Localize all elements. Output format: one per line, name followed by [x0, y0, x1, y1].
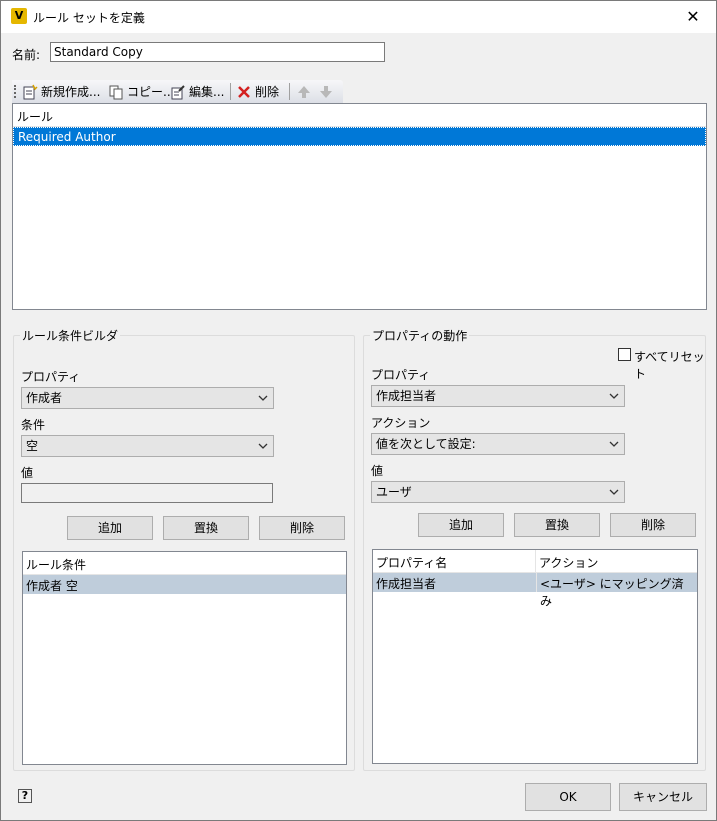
table-cell-action[interactable]: <ユーザ> にマッピング済み	[536, 573, 697, 608]
name-field[interactable]: Standard Copy	[50, 42, 385, 62]
ok-button[interactable]: OK	[525, 783, 611, 811]
delete-rule-label: 削除	[255, 85, 280, 99]
copy-rule-button[interactable]: コピー...	[108, 83, 174, 100]
action-delete-button[interactable]: 削除	[610, 513, 696, 537]
toolbar-grip[interactable]	[14, 85, 16, 98]
action-value-label: 値	[371, 464, 384, 478]
action-property-label: プロパティ	[371, 368, 431, 382]
property-action-group: プロパティの動作 すべてリセット プロパティ 作成担当者 アクション 値を次とし…	[363, 327, 706, 771]
close-button[interactable]: ✕	[670, 1, 716, 33]
condition-value: 空	[26, 439, 39, 453]
new-rule-button[interactable]: 新規作成...	[22, 83, 100, 100]
list-item[interactable]: 作成者 空	[23, 575, 346, 594]
cancel-button[interactable]: キャンセル	[619, 783, 707, 811]
action-label: アクション	[371, 416, 431, 430]
property-action-legend: プロパティの動作	[370, 327, 470, 344]
condition-replace-button[interactable]: 置換	[163, 516, 249, 540]
edit-rule-button[interactable]: 編集...	[170, 83, 224, 100]
property-actions-list[interactable]: プロパティ名 アクション 作成担当者 <ユーザ> にマッピング済み	[372, 549, 698, 764]
name-label: 名前:	[12, 48, 41, 62]
condition-value-label: 値	[21, 466, 34, 480]
app-icon: V	[11, 8, 27, 24]
action-property-value: 作成担当者	[376, 389, 437, 403]
table-cell-property[interactable]: 作成担当者	[373, 573, 536, 592]
delete-x-icon	[236, 84, 252, 100]
copy-rule-label: コピー...	[127, 85, 175, 99]
action-replace-button[interactable]: 置換	[514, 513, 600, 537]
condition-label: 条件	[21, 418, 46, 432]
condition-property-select[interactable]: 作成者	[21, 387, 274, 409]
help-icon[interactable]: ?	[18, 789, 32, 803]
action-value-selected: ユーザ	[376, 485, 412, 499]
edit-rule-label: 編集...	[189, 85, 225, 99]
toolbar-separator	[230, 83, 231, 100]
delete-rule-button[interactable]: 削除	[236, 83, 279, 100]
new-document-icon	[22, 84, 38, 100]
chevron-down-icon	[609, 441, 619, 447]
column-header-action[interactable]: アクション	[536, 550, 697, 573]
rules-toolbar: 新規作成... コピー... 編集... 削除	[12, 80, 343, 103]
action-add-button[interactable]: 追加	[418, 513, 504, 537]
rules-list-header[interactable]: ルール	[13, 104, 706, 127]
move-up-button[interactable]	[296, 83, 312, 100]
chevron-down-icon	[609, 489, 619, 495]
chevron-down-icon	[258, 443, 268, 449]
condition-add-button[interactable]: 追加	[67, 516, 153, 540]
arrow-down-icon	[318, 84, 334, 100]
chevron-down-icon	[609, 393, 619, 399]
action-select[interactable]: 値を次として設定:	[371, 433, 625, 455]
condition-property-value: 作成者	[26, 391, 63, 405]
action-value: 値を次として設定:	[376, 437, 476, 451]
copy-icon	[108, 84, 124, 100]
rule-conditions-list[interactable]: ルール条件 作成者 空	[22, 551, 347, 765]
condition-property-label: プロパティ	[21, 370, 81, 384]
new-rule-label: 新規作成...	[41, 85, 101, 99]
condition-builder-group: ルール条件ビルダ プロパティ 作成者 条件 空 値 追加 置換 削除 ルール条件…	[13, 327, 355, 771]
edit-icon	[170, 84, 186, 100]
condition-delete-button[interactable]: 削除	[259, 516, 345, 540]
condition-value-field[interactable]	[21, 483, 273, 503]
window-title: ルール セットを定義	[33, 11, 145, 25]
condition-builder-legend: ルール条件ビルダ	[20, 327, 121, 344]
list-item[interactable]: Required Author	[13, 127, 706, 146]
column-header-property-name[interactable]: プロパティ名	[373, 550, 536, 573]
condition-select[interactable]: 空	[21, 435, 274, 457]
arrow-up-icon	[296, 84, 312, 100]
reset-all-label[interactable]: すべてリセット	[634, 348, 705, 382]
rule-conditions-header[interactable]: ルール条件	[23, 552, 346, 575]
action-value-select[interactable]: ユーザ	[371, 481, 625, 503]
move-down-button[interactable]	[318, 83, 334, 100]
chevron-down-icon	[258, 395, 268, 401]
toolbar-separator	[289, 83, 290, 100]
title-bar: V ルール セットを定義 ✕	[1, 1, 716, 33]
reset-all-checkbox[interactable]	[618, 348, 631, 361]
rules-list[interactable]: ルール Required Author	[12, 103, 707, 310]
action-property-select[interactable]: 作成担当者	[371, 385, 625, 407]
rule-set-dialog: V ルール セットを定義 ✕ 名前: Standard Copy 新規作成...…	[0, 0, 717, 821]
